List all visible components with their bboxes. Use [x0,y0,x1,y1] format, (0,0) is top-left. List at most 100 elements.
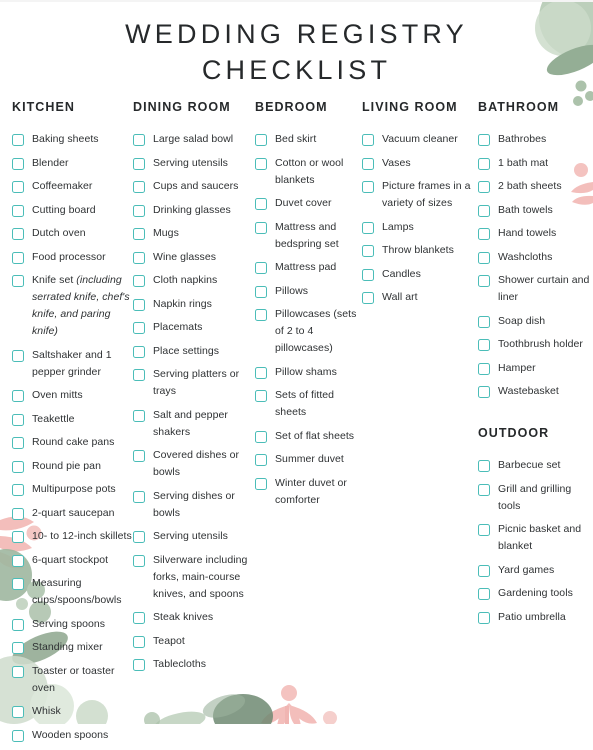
checklist-item[interactable]: Mugs [133,225,255,242]
checklist-item[interactable]: Mattress pad [255,259,367,276]
checkbox-icon[interactable] [362,292,374,304]
checkbox-icon[interactable] [12,251,24,264]
checklist-item[interactable]: Picture frames in a variety of sizes [362,178,480,212]
checklist-item[interactable]: Teapot [133,633,255,650]
checkbox-icon[interactable] [133,531,145,543]
checkbox-icon[interactable] [12,349,24,362]
checklist-item[interactable]: Dutch oven [12,225,138,242]
checklist-item[interactable]: Saltshaker and 1 pepper grinder [12,347,138,381]
checklist-item[interactable]: Serving utensils [133,155,255,172]
checklist-item[interactable]: Serving platters or trays [133,366,255,400]
checkbox-icon[interactable] [133,157,145,170]
checklist-item[interactable]: Pillowcases (sets of 2 to 4 pillowcases) [255,306,367,357]
checklist-item[interactable]: Yard games [478,562,590,579]
checkbox-icon[interactable] [12,729,24,742]
checkbox-icon[interactable] [133,554,145,567]
checkbox-icon[interactable] [12,181,24,193]
checklist-item[interactable]: Bed skirt [255,131,367,148]
checklist-item[interactable]: Barbecue set [478,457,590,474]
checklist-item[interactable]: Standing mixer [12,639,138,656]
checkbox-icon[interactable] [133,228,145,240]
checkbox-icon[interactable] [255,309,267,321]
checklist-item[interactable]: Hand towels [478,225,590,242]
checklist-item[interactable]: Cutting board [12,202,138,219]
checkbox-icon[interactable] [478,251,490,264]
checkbox-icon[interactable] [133,369,145,381]
checklist-item[interactable]: Duvet cover [255,195,367,212]
checkbox-icon[interactable] [478,315,490,328]
checkbox-icon[interactable] [478,339,490,351]
checkbox-icon[interactable] [255,134,267,146]
checkbox-icon[interactable] [255,454,267,466]
checklist-item[interactable]: Toothbrush holder [478,336,590,353]
checklist-item[interactable]: Cups and saucers [133,178,255,195]
checklist-item[interactable]: Wooden spoons [12,727,138,744]
checklist-item[interactable]: Patio umbrella [478,609,590,626]
checkbox-icon[interactable] [362,268,374,281]
checklist-item[interactable]: Round pie pan [12,458,138,475]
checkbox-icon[interactable] [255,221,267,234]
checkbox-icon[interactable] [12,390,24,402]
checkbox-icon[interactable] [133,345,145,358]
checkbox-icon[interactable] [12,642,24,654]
checklist-item[interactable]: Winter duvet or comforter [255,475,367,509]
checkbox-icon[interactable] [12,665,24,678]
checklist-item[interactable]: Lamps [362,219,480,236]
checklist-item[interactable]: Bathrobes [478,131,590,148]
checkbox-icon[interactable] [12,618,24,631]
checkbox-icon[interactable] [478,564,490,577]
checkbox-icon[interactable] [255,430,267,443]
checkbox-icon[interactable] [362,134,374,146]
checklist-item[interactable]: Shower curtain and liner [478,272,590,306]
checkbox-icon[interactable] [12,437,24,449]
checklist-item[interactable]: Serving dishes or bowls [133,488,255,522]
checklist-item[interactable]: Grill and grilling tools [478,481,590,515]
checklist-item[interactable]: Round cake pans [12,434,138,451]
checkbox-icon[interactable] [255,285,267,298]
checklist-item[interactable]: Pillow shams [255,364,367,381]
checkbox-icon[interactable] [12,578,24,590]
checkbox-icon[interactable] [362,157,374,170]
checklist-item[interactable]: Vacuum cleaner [362,131,480,148]
checklist-item[interactable]: Bath towels [478,202,590,219]
checkbox-icon[interactable] [478,524,490,536]
checklist-item[interactable]: Pillows [255,283,367,300]
checkbox-icon[interactable] [133,612,145,624]
checkbox-icon[interactable] [12,157,24,170]
checklist-item[interactable]: Large salad bowl [133,131,255,148]
checklist-item[interactable]: Cotton or wool blankets [255,155,367,189]
checklist-item[interactable]: Wastebasket [478,383,590,400]
checklist-item[interactable]: Summer duvet [255,451,367,468]
checklist-item[interactable]: 2 bath sheets [478,178,590,195]
checkbox-icon[interactable] [478,588,490,600]
checklist-item[interactable]: Throw blankets [362,242,480,259]
checkbox-icon[interactable] [255,366,267,379]
checklist-item[interactable]: 2-quart saucepan [12,505,138,522]
checkbox-icon[interactable] [133,322,145,334]
checklist-item[interactable]: Drinking glasses [133,202,255,219]
checklist-item[interactable]: Picnic basket and blanket [478,521,590,555]
checkbox-icon[interactable] [255,157,267,170]
checklist-item[interactable]: Oven mitts [12,387,138,404]
checklist-item[interactable]: Blender [12,155,138,172]
checkbox-icon[interactable] [133,204,145,217]
checklist-item[interactable]: Sets of fitted sheets [255,387,367,421]
checklist-item[interactable]: Toaster or toaster oven [12,663,138,697]
checkbox-icon[interactable] [478,362,490,375]
checkbox-icon[interactable] [478,611,490,624]
checklist-item[interactable]: Teakettle [12,411,138,428]
checklist-item[interactable]: Vases [362,155,480,172]
checklist-item[interactable]: Food processor [12,249,138,266]
checkbox-icon[interactable] [133,251,145,264]
checkbox-icon[interactable] [478,204,490,217]
checklist-item[interactable]: 6-quart stockpot [12,552,138,569]
checkbox-icon[interactable] [12,484,24,496]
checkbox-icon[interactable] [478,386,490,398]
checkbox-icon[interactable] [12,204,24,217]
checkbox-icon[interactable] [12,413,24,426]
checklist-item[interactable]: Soap dish [478,313,590,330]
checkbox-icon[interactable] [255,477,267,490]
checklist-item[interactable]: Coffeemaker [12,178,138,195]
checklist-item[interactable]: Gardening tools [478,585,590,602]
checkbox-icon[interactable] [255,390,267,402]
